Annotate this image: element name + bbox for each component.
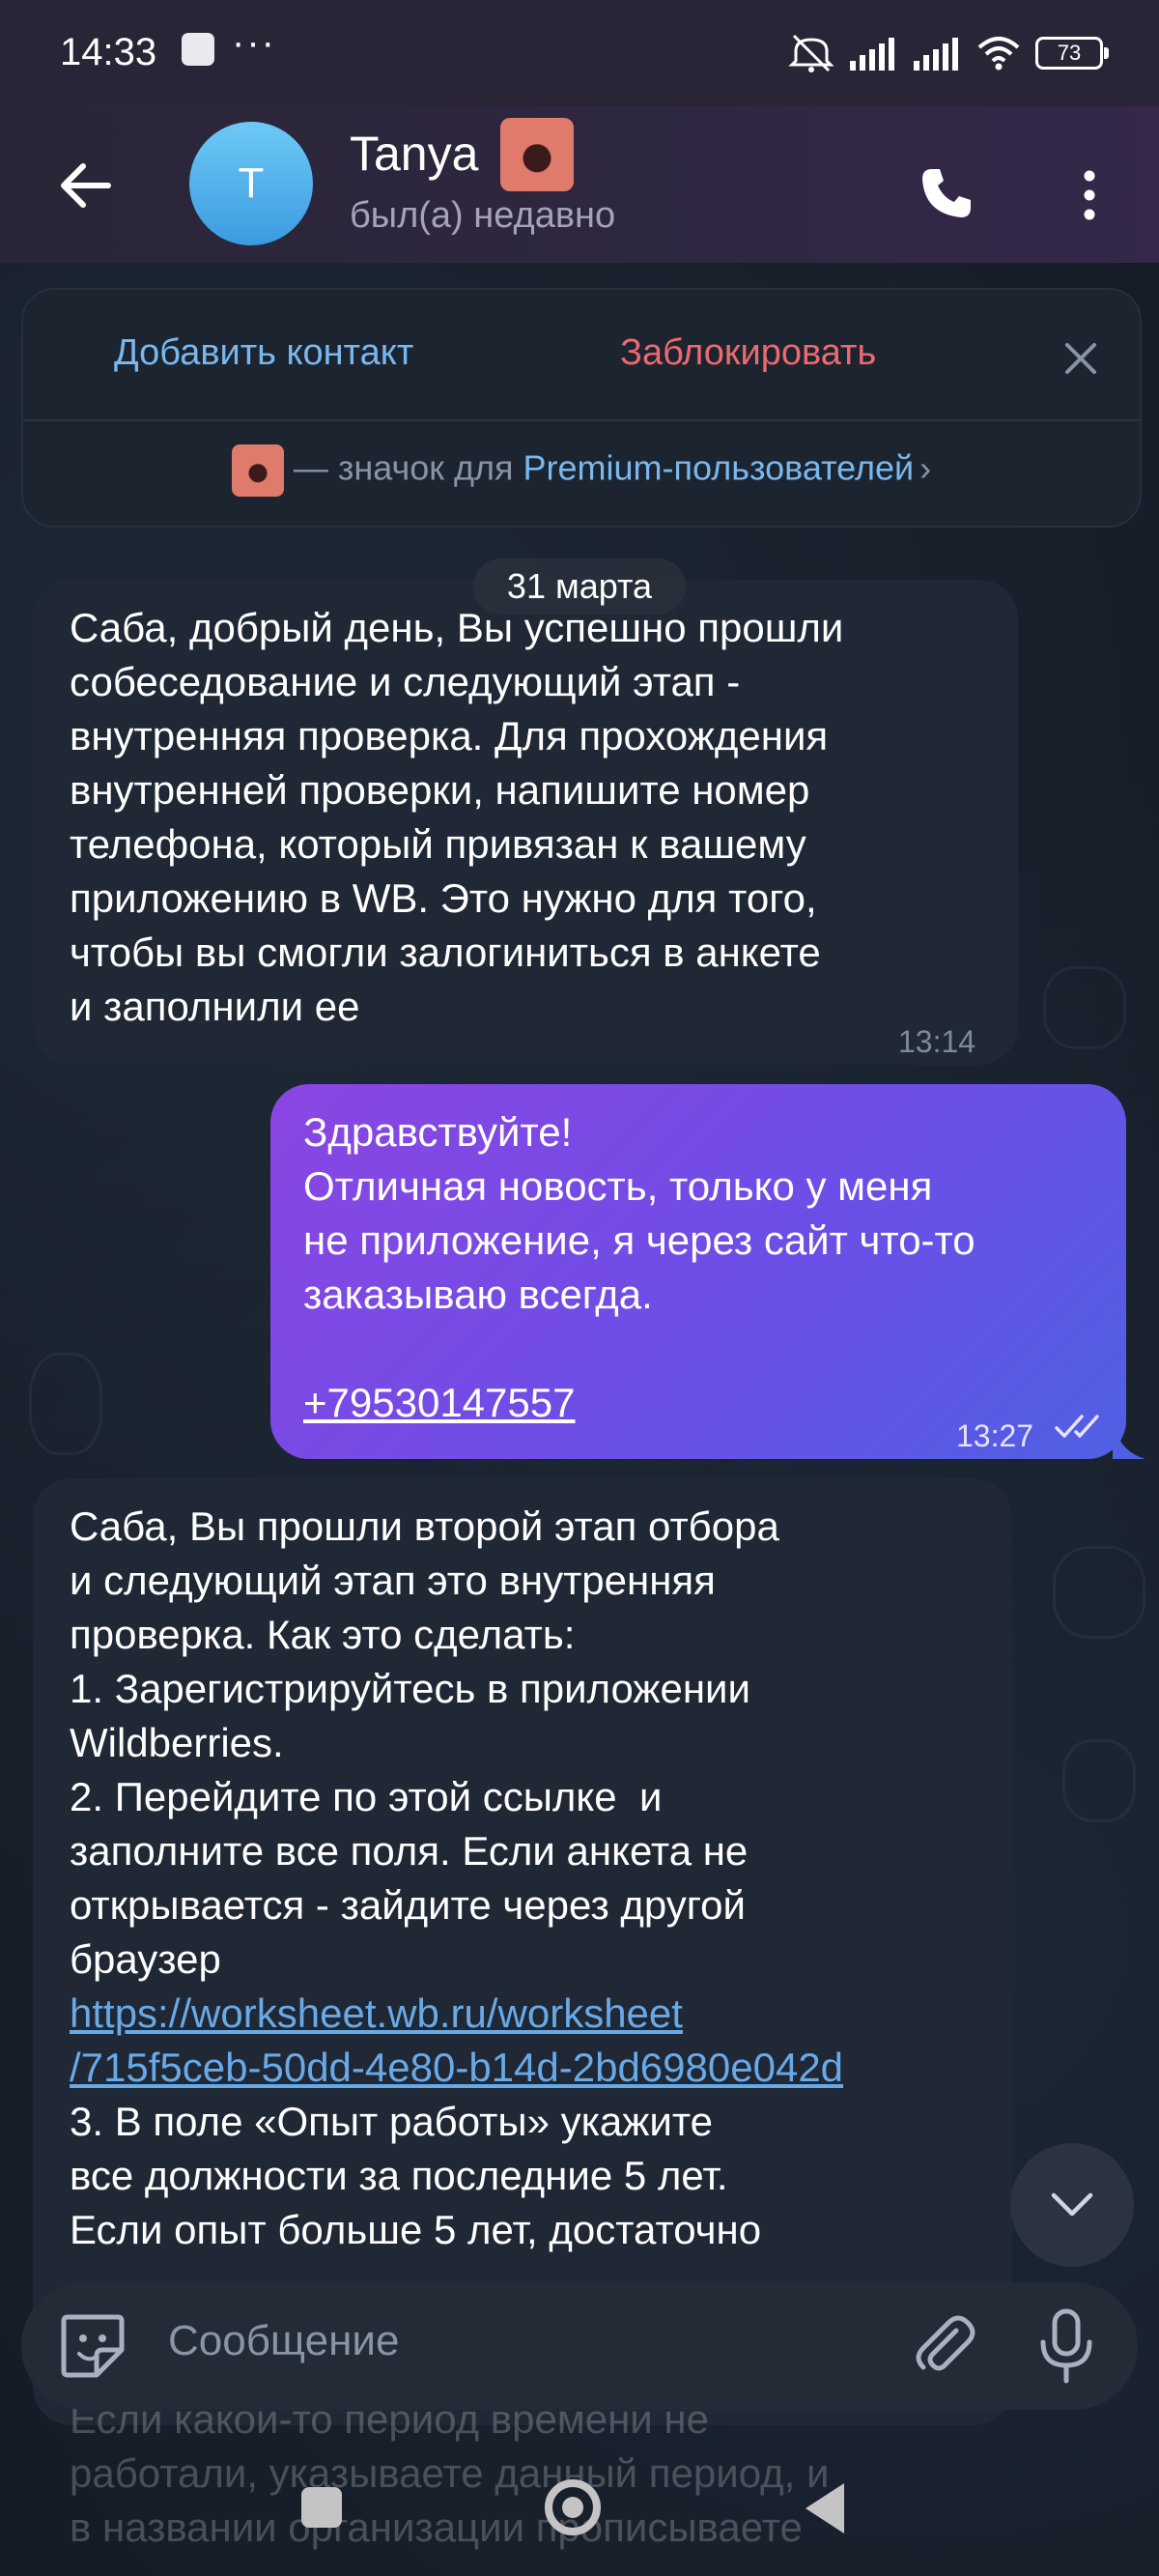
background-doodle [1053,1546,1145,1639]
phone-icon [922,169,971,217]
chevron-right-icon: › [919,447,932,488]
premium-link[interactable]: Premium-пользователей [523,448,915,488]
message-line: открывается - зайдите через другой [70,1882,746,1928]
double-check-icon [1055,1415,1099,1438]
message-line: внутренняя проверка. Для прохождения [70,713,829,758]
paperclip-icon [916,2315,975,2371]
emoji-sticker-button[interactable] [58,2311,127,2381]
message-line: заказываю всегда. [303,1272,653,1317]
more-notifications-icon: ··· [232,21,276,64]
message-time: 13:14 [898,1024,976,1059]
message-line: проверка. Как это сделать: [70,1612,576,1657]
close-panel-button[interactable] [1047,325,1115,392]
message-line: 1. Зарегистрируйтесь в приложении [70,1666,750,1711]
scroll-to-bottom-button[interactable] [1010,2143,1134,2267]
premium-prefix-text: — значок для [293,447,523,488]
worksheet-link[interactable]: https://worksheet.wb.ru/worksheet [70,1987,843,2041]
message-line: Отличная новость, только у меня [303,1163,933,1209]
battery-indicator: 73 [1035,37,1109,70]
date-separator: 31 марта [473,558,686,615]
contact-last-seen: был(а) недавно [350,195,616,236]
background-doodle [1043,966,1126,1049]
contact-name[interactable]: Tanya [350,126,478,182]
message-input[interactable]: Сообщение [168,2317,399,2365]
chevron-down-icon [1051,2192,1093,2217]
message-line: приложению в WB. Это нужно для того, [70,875,817,921]
new-contact-action-panel: Добавить контакт Заблокировать — значок … [21,288,1142,528]
microphone-icon [1040,2308,1092,2384]
message-line: 3. В поле «Опыт работы» укажите [70,2099,713,2144]
status-time: 14:33 [60,31,157,73]
avatar-letter: T [238,159,265,207]
message-line: собеседование и следующий этап - [70,659,741,704]
message-line: браузер [70,1936,221,1982]
message-line: внутренней проверки, напишите номер [70,767,810,813]
message-text: Саба, Вы прошли второй этап отбора и сле… [70,1500,843,2257]
premium-info-row[interactable]: — значок для Premium-пользователей › [23,444,1140,497]
more-vertical-icon [1084,170,1095,220]
message-text: Саба, добрый день, Вы успешно прошли соб… [70,601,843,1034]
block-user-button[interactable]: Заблокировать [620,332,876,374]
message-line: заполните все поля. Если анкета не [70,1828,749,1874]
add-contact-button[interactable]: Добавить контакт [114,332,413,374]
avatar[interactable]: T [189,122,313,245]
message-line: и заполнили ее [70,984,360,1029]
background-doodle [1062,1739,1136,1822]
message-line: Wildberries. [70,1720,284,1765]
system-navigation-bar [0,2450,1159,2576]
recents-button[interactable] [301,2487,342,2528]
message-line: и следующий этап это внутренняя [70,1558,716,1603]
premium-emoji-icon [231,444,284,497]
message-line: все должности за последние 5 лет. [70,2153,728,2198]
worksheet-link[interactable]: /715f5ceb-50dd-4e80-b14d-2bd6980e042d [70,2041,843,2095]
call-button[interactable] [908,155,985,232]
premium-emoji-status-icon[interactable] [500,118,574,191]
voice-message-button[interactable] [1032,2307,1101,2385]
message-line: чтобы вы смогли залогиниться в анкете [70,930,821,975]
message-line: Если опыт больше 5 лет, достаточно [70,2207,762,2252]
message-line: не приложение, я через сайт что-то [303,1217,975,1263]
chat-header: T Tanya был(а) недавно [0,106,1159,263]
mute-icon [788,34,834,72]
signal-icon-2 [914,38,958,71]
attach-button[interactable] [910,2311,979,2381]
divider [23,419,1140,421]
background-doodle [29,1353,102,1455]
message-line: телефона, который привязан к вашему [70,821,806,867]
bubble-tail [1113,1420,1145,1459]
message-text: Здравствуйте! Отличная новость, только у… [303,1105,975,1430]
more-options-button[interactable] [1051,157,1128,234]
message-line: 2. Перейдите по этой ссылке и [70,1774,663,1819]
message-time: 13:27 [956,1418,1034,1453]
message-line: Саба, Вы прошли второй этап отбора [70,1503,779,1549]
status-icons: 73 [788,29,1109,77]
back-button[interactable] [46,147,124,224]
arrow-left-icon [61,163,111,208]
phone-number-link[interactable]: +79530147557 [303,1376,975,1430]
notification-app-icon [182,33,214,66]
message-line: Саба, добрый день, Вы успешно прошли [70,605,844,650]
incoming-message[interactable]: Саба, добрый день, Вы успешно прошли соб… [33,580,1018,1065]
message-line: Здравствуйте! [303,1109,573,1155]
outgoing-message[interactable]: Здравствуйте! Отличная новость, только у… [270,1084,1126,1459]
battery-level: 73 [1057,41,1082,65]
sticker-icon [61,2314,125,2378]
home-button[interactable] [545,2479,601,2535]
system-back-button[interactable] [806,2483,844,2533]
wifi-icon [977,37,1020,71]
message-composer: Сообщение [21,2282,1138,2410]
signal-icon [850,38,894,71]
status-bar: 14:33 ··· 73 [0,0,1159,106]
close-icon [1065,343,1096,374]
